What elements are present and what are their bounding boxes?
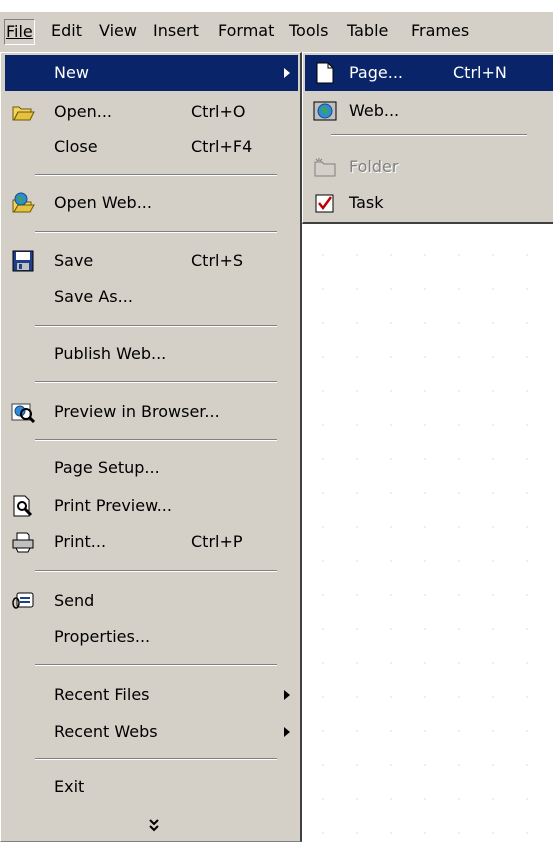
submenu-item-web[interactable]: Web... <box>305 93 553 129</box>
file-menu: New Open... Ctrl+O Close Ctrl+F4 Open We… <box>0 52 302 842</box>
menu-item-print-preview[interactable]: Print Preview... <box>5 488 298 524</box>
menu-separator <box>35 664 277 666</box>
menu-item-label: Open Web... <box>54 193 152 212</box>
new-submenu: Page... Ctrl+N Web... Folder Task <box>302 52 553 224</box>
menu-item-recent-files[interactable]: Recent Files <box>5 677 298 713</box>
menu-item-label: Save As... <box>54 287 133 306</box>
submenu-item-label: Web... <box>349 101 400 120</box>
menu-item-publish-web[interactable]: Publish Web... <box>5 336 298 372</box>
menu-file[interactable]: File <box>4 19 35 45</box>
print-preview-icon <box>13 495 33 517</box>
floppy-disk-icon <box>12 250 34 272</box>
menu-item-exit[interactable]: Exit <box>5 769 298 805</box>
menu-item-label: Close <box>54 137 98 156</box>
menu-item-open[interactable]: Open... Ctrl+O <box>5 94 298 130</box>
menu-item-save-as[interactable]: Save As... <box>5 279 298 315</box>
menu-item-page-setup[interactable]: Page Setup... <box>5 450 298 486</box>
submenu-item-label: Task <box>349 193 384 212</box>
menu-item-label: Print... <box>54 532 107 551</box>
menu-separator <box>35 758 277 760</box>
menu-item-send[interactable]: Send <box>5 583 298 619</box>
menu-item-shortcut: Ctrl+S <box>191 251 244 270</box>
menu-format[interactable]: Format <box>217 19 275 43</box>
menu-item-label: Properties... <box>54 627 151 646</box>
menu-item-shortcut: Ctrl+O <box>191 102 246 121</box>
menu-item-label: Save <box>54 251 94 270</box>
menu-table[interactable]: Table <box>346 19 389 43</box>
menu-item-close[interactable]: Close Ctrl+F4 <box>5 129 298 165</box>
open-folder-icon <box>12 106 35 121</box>
submenu-arrow-icon <box>284 727 290 737</box>
menu-item-shortcut: Ctrl+P <box>191 532 243 551</box>
task-checkbox-icon <box>315 194 334 213</box>
menu-separator <box>35 381 277 383</box>
submenu-item-label: Page... <box>349 63 403 82</box>
menu-item-label: New <box>54 63 89 82</box>
menu-edit[interactable]: Edit <box>50 19 83 43</box>
menu-view[interactable]: View <box>98 19 138 43</box>
menu-item-save[interactable]: Save Ctrl+S <box>5 243 298 279</box>
submenu-item-label: Folder <box>349 157 399 176</box>
menu-item-label: Open... <box>54 102 112 121</box>
web-globe-icon <box>313 101 337 121</box>
menu-item-label: Recent Files <box>54 685 150 704</box>
blank-page-icon <box>316 62 334 84</box>
double-chevron-down-icon[interactable] <box>148 818 160 832</box>
submenu-item-task[interactable]: Task <box>305 185 553 221</box>
submenu-arrow-icon <box>284 68 290 78</box>
menu-separator <box>35 174 277 176</box>
submenu-item-folder[interactable]: Folder <box>305 149 553 185</box>
menu-item-label: Send <box>54 591 95 610</box>
menu-item-recent-webs[interactable]: Recent Webs <box>5 714 298 750</box>
menu-item-label: Page Setup... <box>54 458 160 477</box>
menu-separator <box>35 325 277 327</box>
menu-bar: File Edit View Insert Format Tools Table… <box>0 12 553 53</box>
menu-item-shortcut: Ctrl+F4 <box>191 137 253 156</box>
submenu-item-page[interactable]: Page... Ctrl+N <box>305 55 553 91</box>
menu-insert[interactable]: Insert <box>152 19 200 43</box>
menu-item-properties[interactable]: Properties... <box>5 619 298 655</box>
submenu-item-shortcut: Ctrl+N <box>453 63 507 82</box>
menu-item-print[interactable]: Print... Ctrl+P <box>5 524 298 560</box>
menu-item-label: Print Preview... <box>54 496 172 515</box>
menu-item-preview-in-browser[interactable]: Preview in Browser... <box>5 394 298 430</box>
preview-browser-icon <box>11 403 35 423</box>
folder-icon <box>314 158 336 177</box>
menu-separator <box>35 570 277 572</box>
menu-item-open-web[interactable]: Open Web... <box>5 185 298 221</box>
menu-frames[interactable]: Frames <box>410 19 470 43</box>
printer-icon <box>12 532 34 553</box>
submenu-arrow-icon <box>284 690 290 700</box>
menu-separator <box>35 439 277 441</box>
menu-item-label: Publish Web... <box>54 344 167 363</box>
menu-item-new[interactable]: New <box>5 55 298 91</box>
menu-item-label: Exit <box>54 777 85 796</box>
menu-separator <box>35 231 277 233</box>
open-web-icon <box>12 192 35 213</box>
menu-separator <box>331 134 527 136</box>
menu-item-label: Preview in Browser... <box>54 402 220 421</box>
send-mail-icon <box>12 592 34 609</box>
menu-item-label: Recent Webs <box>54 722 158 741</box>
menu-tools[interactable]: Tools <box>288 19 329 43</box>
